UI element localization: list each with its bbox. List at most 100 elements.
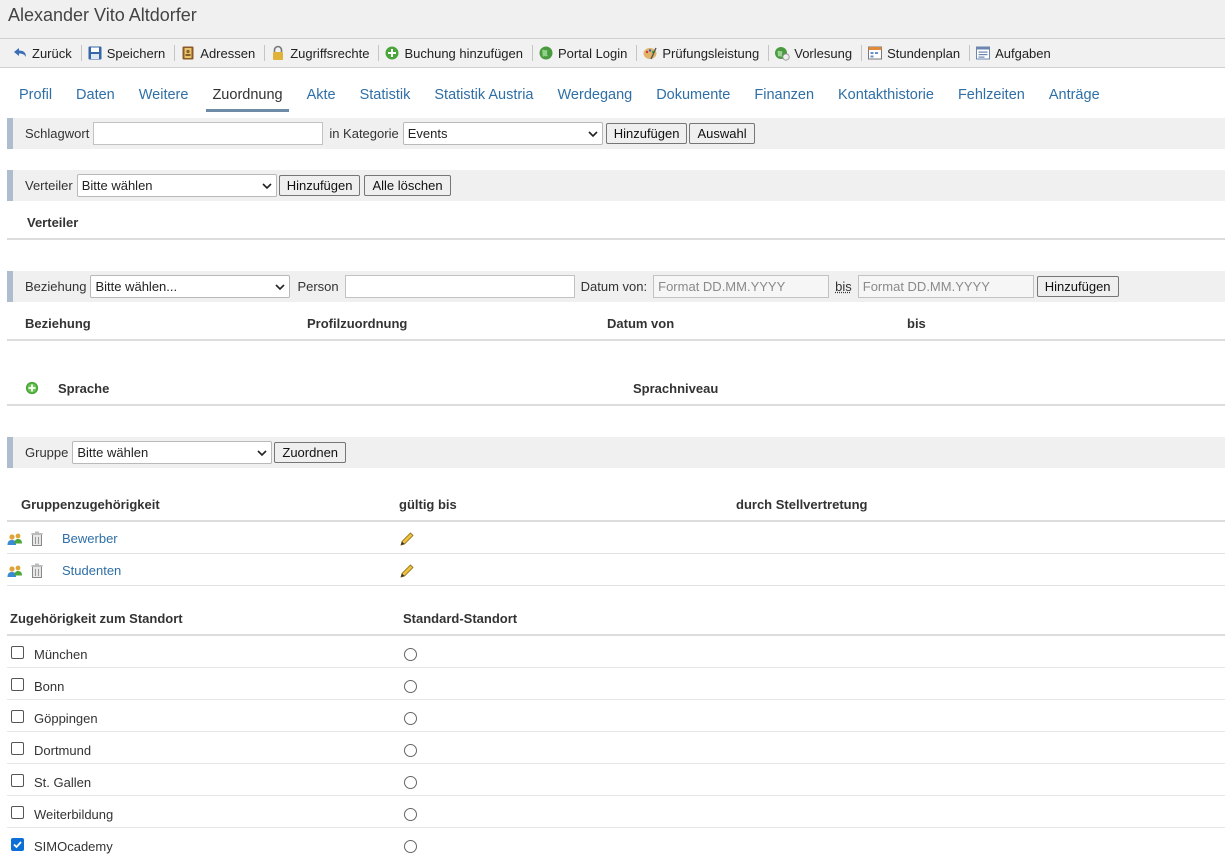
trash-icon[interactable]	[31, 563, 43, 579]
add-booking-button[interactable]: Buchung hinzufügen	[382, 45, 529, 61]
tab-bar: Profil Daten Weitere Zuordnung Akte Stat…	[0, 68, 1225, 112]
relationship-label: Beziehung	[25, 279, 87, 294]
default-location-radio[interactable]	[404, 744, 417, 757]
divider	[7, 404, 1225, 406]
back-button[interactable]: Zurück	[10, 45, 78, 61]
location-name: Göppingen	[34, 711, 98, 726]
keyword-select-button[interactable]: Auswahl	[689, 123, 755, 144]
date-from-input[interactable]	[653, 275, 830, 298]
default-location-radio[interactable]	[404, 840, 417, 853]
tab-antraege[interactable]: Anträge	[1043, 87, 1106, 112]
addresses-button[interactable]: Adressen	[178, 45, 261, 61]
add-language-icon[interactable]	[25, 381, 39, 395]
location-checkbox[interactable]	[11, 646, 24, 659]
exam-performance-button[interactable]: Prüfungsleistung	[640, 45, 765, 61]
keyword-add-button[interactable]: Hinzufügen	[605, 123, 688, 144]
default-location-radio[interactable]	[404, 648, 417, 661]
tab-profil[interactable]: Profil	[13, 87, 58, 112]
save-button[interactable]: Speichern	[85, 45, 172, 61]
language-column-header: Sprache	[58, 381, 110, 396]
lecture-button[interactable]: Vorlesung	[772, 45, 858, 61]
date-to-input[interactable]	[857, 275, 1034, 298]
default-location-column-header: Standard-Standort	[403, 611, 518, 626]
distributor-label: Verteiler	[25, 178, 73, 193]
location-name: München	[34, 647, 88, 662]
add-circle-icon	[385, 46, 399, 60]
default-location-radio[interactable]	[404, 808, 417, 821]
distributor-select-value: Bitte wählen	[81, 178, 153, 193]
toolbar-separator	[80, 45, 82, 61]
chevron-down-icon	[588, 130, 598, 137]
person-input[interactable]	[344, 275, 575, 298]
tab-statistik-austria[interactable]: Statistik Austria	[428, 87, 539, 112]
tab-weitere[interactable]: Weitere	[133, 87, 195, 112]
globe-icon	[539, 46, 553, 60]
location-row: St. Gallen	[7, 764, 1225, 796]
default-location-radio[interactable]	[404, 680, 417, 693]
pencil-edit-icon[interactable]	[399, 563, 415, 579]
relationship-add-button[interactable]: Hinzufügen	[1036, 276, 1119, 297]
location-checkbox[interactable]	[11, 774, 24, 787]
palette-icon	[643, 47, 658, 60]
group-membership-column-header: Gruppenzugehörigkeit	[21, 497, 160, 512]
keyword-input[interactable]	[93, 122, 324, 145]
checkmark-icon	[13, 841, 22, 849]
divider	[7, 238, 1225, 240]
tab-daten[interactable]: Daten	[70, 87, 121, 112]
date-from-label: Datum von:	[580, 279, 648, 294]
location-checkbox-checked[interactable]	[11, 838, 24, 851]
portal-login-button[interactable]: Portal Login	[536, 45, 633, 61]
lock-icon	[273, 45, 284, 60]
location-row: SIMOcademy	[7, 828, 1225, 860]
trash-icon[interactable]	[31, 531, 43, 547]
default-location-radio[interactable]	[404, 776, 417, 789]
tasks-button[interactable]: Aufgaben	[973, 45, 1057, 61]
tab-finanzen[interactable]: Finanzen	[748, 87, 820, 112]
location-checkbox[interactable]	[11, 710, 24, 723]
keyword-label: Schlagwort	[25, 126, 90, 141]
tab-zuordnung[interactable]: Zuordnung	[206, 87, 289, 112]
location-checkbox[interactable]	[11, 806, 24, 819]
chevron-down-icon	[275, 283, 286, 290]
users-icon[interactable]	[7, 531, 23, 547]
category-select[interactable]: Events	[402, 122, 603, 145]
language-level-column-header: Sprachniveau	[633, 381, 719, 396]
relationship-column-header: Beziehung	[25, 316, 91, 331]
relationship-select-value: Bitte wählen...	[95, 279, 178, 294]
tab-fehlzeiten[interactable]: Fehlzeiten	[952, 87, 1031, 112]
location-name: Bonn	[34, 679, 65, 694]
distributor-add-button[interactable]: Hinzufügen	[278, 175, 361, 196]
group-assign-button[interactable]: Zuordnen	[274, 442, 347, 463]
distributor-clear-button[interactable]: Alle löschen	[364, 175, 451, 196]
tab-statistik[interactable]: Statistik	[354, 87, 417, 112]
location-name: SIMOcademy	[34, 839, 113, 854]
timetable-icon	[868, 46, 883, 60]
default-location-radio[interactable]	[404, 712, 417, 725]
relationship-bar: Beziehung Bitte wählen... Person Datum v…	[7, 271, 1225, 302]
group-label: Gruppe	[25, 445, 69, 460]
group-link-studenten[interactable]: Studenten	[62, 563, 121, 578]
back-arrow-icon	[14, 48, 26, 57]
tasks-list-icon	[976, 46, 991, 60]
timetable-button[interactable]: Stundenplan	[865, 45, 966, 61]
distributor-select[interactable]: Bitte wählen	[76, 174, 277, 197]
distributor-column-header: Verteiler	[27, 215, 79, 230]
relationship-select[interactable]: Bitte wählen...	[90, 275, 291, 298]
tab-werdegang[interactable]: Werdegang	[552, 87, 639, 112]
date-to-column-header: bis	[907, 316, 926, 331]
group-select[interactable]: Bitte wählen	[72, 441, 273, 464]
location-checkbox[interactable]	[11, 742, 24, 755]
tab-dokumente[interactable]: Dokumente	[650, 87, 736, 112]
address-book-icon	[182, 46, 194, 60]
tab-akte[interactable]: Akte	[301, 87, 342, 112]
location-row: Weiterbildung	[7, 796, 1225, 828]
profile-assignment-column-header: Profilzuordnung	[307, 316, 408, 331]
users-icon[interactable]	[7, 563, 23, 579]
access-rights-button[interactable]: Zugriffsrechte	[268, 45, 375, 61]
distributor-bar: Verteiler Bitte wählen Hinzufügen Alle l…	[7, 170, 1225, 201]
pencil-edit-icon[interactable]	[399, 531, 415, 547]
group-link-bewerber[interactable]: Bewerber	[62, 531, 118, 546]
location-checkbox[interactable]	[11, 678, 24, 691]
tab-kontakthistorie[interactable]: Kontakthistorie	[832, 87, 940, 112]
group-select-value: Bitte wählen	[77, 445, 149, 460]
